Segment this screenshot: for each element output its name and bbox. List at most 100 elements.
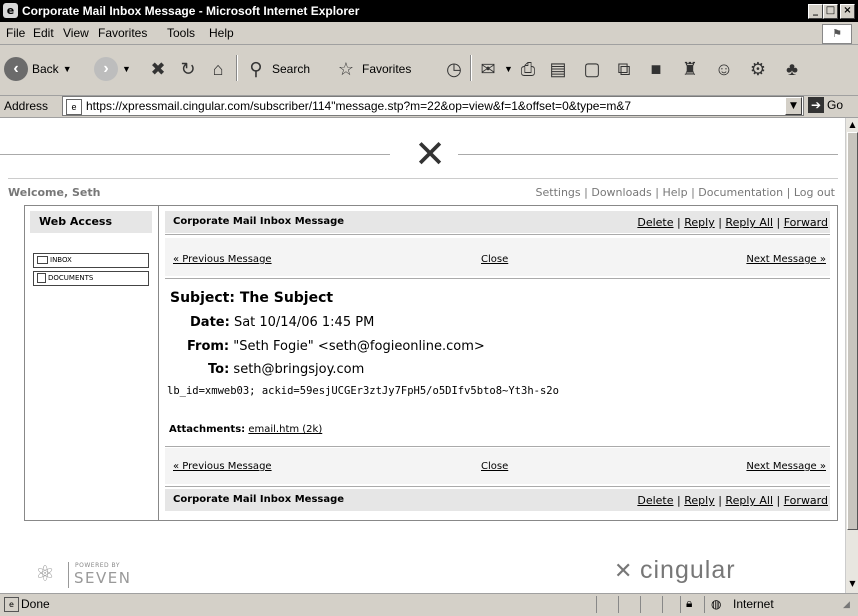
link-separator: | [677,494,681,507]
scrollbar-thumb[interactable] [847,132,858,530]
settings-button[interactable]: ⚙ [746,54,770,84]
stop-button[interactable]: ✖ [146,54,170,84]
cingular-logo-icon: ✕ [414,132,446,176]
go-arrow-icon: ➔ [808,97,824,113]
reply-all-link[interactable]: Reply All [725,494,773,507]
message-nav-top: « Previous Message Close Next Message » [165,238,830,276]
next-message-link[interactable]: Next Message » [746,461,826,472]
cingular-footer-logo-icon: ✕ [614,559,633,584]
date-row: Date: Sat 10/14/06 1:45 PM [190,315,374,330]
reply-link[interactable]: Reply [684,494,714,507]
history-button[interactable]: ◷ [442,54,466,84]
people-button[interactable]: ♣ [780,54,804,84]
zone-text: Internet [733,597,774,611]
search-button[interactable]: ⚲ Search [244,54,310,84]
status-divider [680,596,681,613]
from-value: "Seth Fogie" <seth@fogieonline.com> [233,339,485,354]
message-header-bar: Corporate Mail Inbox Message Delete | Re… [165,211,830,233]
maximize-button[interactable]: □ [823,4,838,19]
page-done-icon: e [4,597,19,612]
documentation-link[interactable]: Documentation [698,186,783,199]
windows-logo-icon: ⚑ [822,24,852,44]
previous-message-link[interactable]: « Previous Message [173,461,272,472]
attachment-link[interactable]: email.htm (2k) [248,424,322,435]
next-message-link[interactable]: Next Message » [746,254,826,265]
powered-by-text: POWERED BY [75,562,121,569]
link-separator: | [776,494,781,507]
home-button[interactable]: ⌂ [206,54,230,84]
menu-view[interactable]: View [63,26,89,40]
dropdown-arrow-icon: ▼ [122,64,131,74]
print-button[interactable]: ⎙ [516,54,540,84]
delete-link[interactable]: Delete [637,494,673,507]
messenger-button[interactable]: ■ [644,54,668,84]
refresh-button[interactable]: ↻ [176,54,200,84]
link-separator: | [786,186,791,199]
address-url: https://xpressmail.cingular.com/subscrib… [86,99,632,113]
window-title: Corporate Mail Inbox Message - Microsoft… [22,4,360,18]
page-icon: e [66,98,82,115]
scroll-down-icon[interactable]: ▼ [847,578,858,590]
resize-grip-icon[interactable]: ◢ [843,600,850,610]
menu-help[interactable]: Help [209,26,234,40]
column-divider [158,205,159,521]
web-content: ✕ Welcome, Seth Settings | Downloads | H… [0,118,845,593]
people-icon: ♣ [786,58,798,79]
address-dropdown-button[interactable]: ▼ [785,97,802,115]
dropdown-arrow-icon: ▼ [62,64,72,74]
mail-button[interactable]: ✉ ▼ [476,54,512,84]
sidebar-item-label: DOCUMENTS [48,274,94,282]
favorites-button[interactable]: ☆ Favorites [334,54,411,84]
forward-button[interactable]: › ▼ [94,54,131,84]
media-icon: ■ [650,58,662,79]
logout-link[interactable]: Log out [794,186,835,199]
delete-link[interactable]: Delete [637,216,673,229]
back-button[interactable]: ‹ Back ▼ [4,54,72,84]
menu-file[interactable]: File [6,26,25,40]
settings-link[interactable]: Settings [536,186,581,199]
forward-arrow-icon: › [94,57,118,81]
discuss-button[interactable]: ▢ [580,54,604,84]
address-label: Address [4,99,49,113]
address-input[interactable]: e https://xpressmail.cingular.com/subscri… [62,96,804,116]
message-body: lb_id=xmweb03; ackid=59esjUCGEr3ztJy7FpH… [167,385,559,397]
from-row: From: "Seth Fogie" <seth@fogieonline.com… [187,339,485,354]
tools-button[interactable]: ♜ [678,54,702,84]
seven-logo-icon: ⚛ [35,562,55,587]
forward-link[interactable]: Forward [784,494,828,507]
to-row: To: seth@bringsjoy.com [208,362,364,377]
tools-icon: ♜ [681,58,699,79]
previous-message-link[interactable]: « Previous Message [173,254,272,265]
help-link[interactable]: Help [663,186,688,199]
menu-favorites[interactable]: Favorites [98,26,147,40]
header-rule [0,154,390,155]
menu-edit[interactable]: Edit [33,26,54,40]
close-link[interactable]: Close [481,461,508,472]
sidebar-item-documents[interactable]: DOCUMENTS [33,271,149,286]
link-separator: | [584,186,588,199]
status-text: Done [21,597,50,611]
reply-link[interactable]: Reply [684,216,714,229]
vertical-scrollbar[interactable]: ▲ ▼ [845,118,858,593]
ie-icon: e [3,3,18,18]
minimize-button[interactable]: _ [808,4,823,19]
gear-icon: ⚙ [749,58,767,79]
status-divider [596,596,597,613]
close-button[interactable]: × [840,4,855,19]
menu-tools[interactable]: Tools [167,26,195,40]
sidebar-item-inbox[interactable]: INBOX [33,253,149,268]
reply-all-link[interactable]: Reply All [725,216,773,229]
subject-row: Subject: The Subject [170,290,333,306]
downloads-link[interactable]: Downloads [591,186,651,199]
forward-link[interactable]: Forward [784,216,828,229]
edit-button[interactable]: ▤ [546,54,570,84]
date-value: Sat 10/14/06 1:45 PM [233,315,375,330]
from-label: From: [187,339,230,354]
scroll-up-icon[interactable]: ▲ [847,119,858,131]
attachments-row: Attachments: email.htm (2k) [169,424,322,435]
research-button[interactable]: ⧉ [612,54,636,84]
close-link[interactable]: Close [481,254,508,265]
user-button[interactable]: ☺ [712,54,736,84]
go-button[interactable]: ➔ Go [808,97,843,113]
divider [165,234,830,235]
